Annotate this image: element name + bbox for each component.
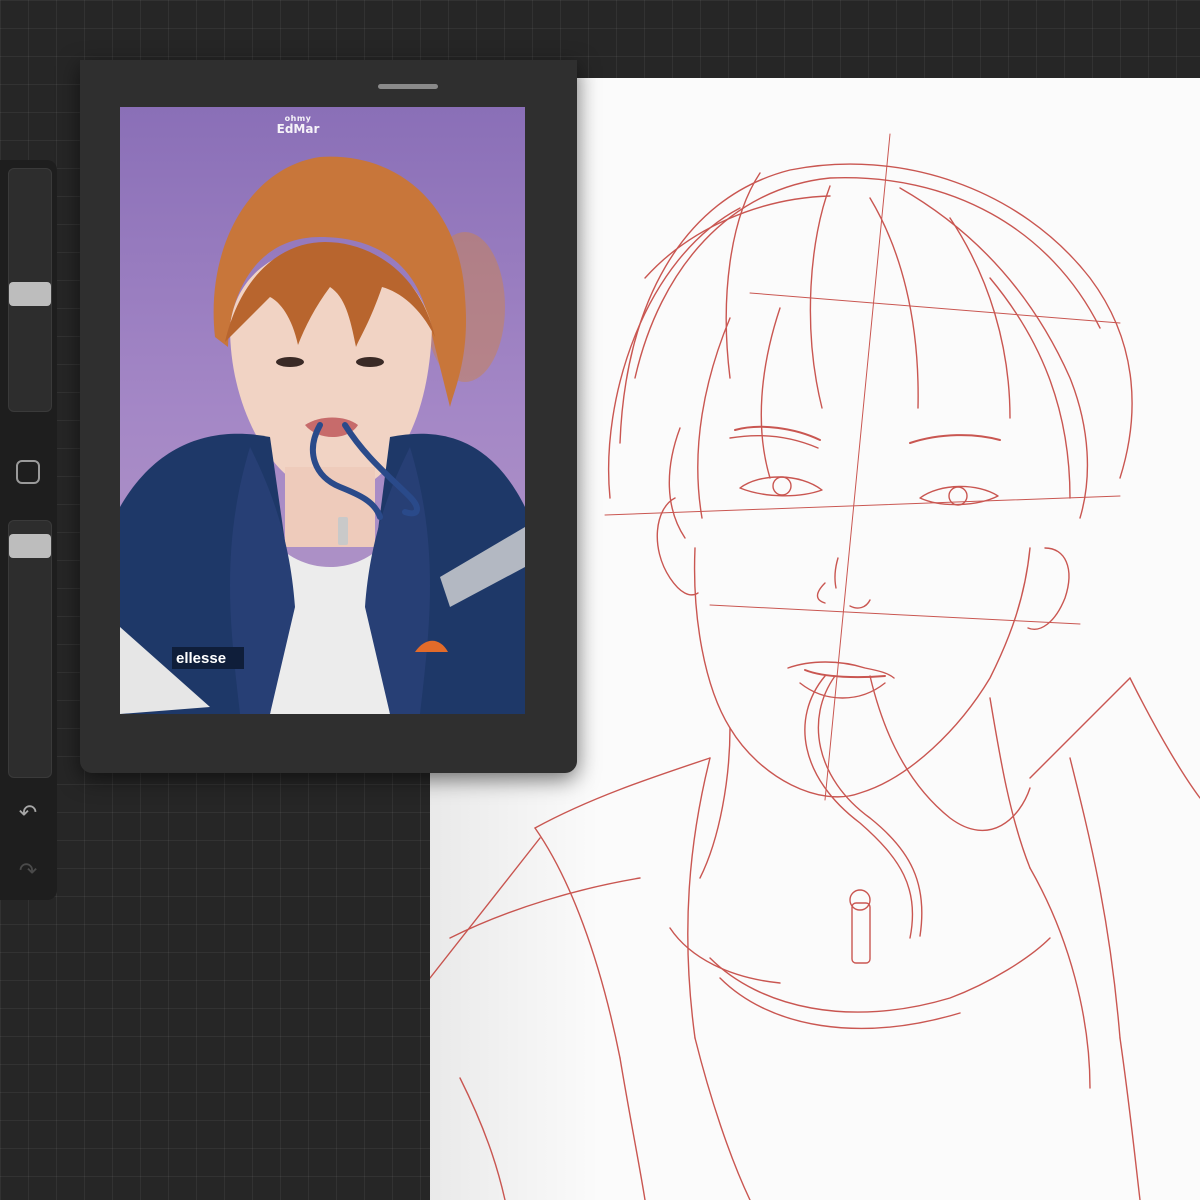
panel-grabber-handle[interactable]: [378, 84, 438, 89]
reference-image: ohmy EdMar ellesse: [120, 107, 525, 714]
square-icon[interactable]: [16, 460, 40, 484]
jacket-brand-label: ellesse: [176, 650, 227, 667]
brush-opacity-thumb[interactable]: [9, 534, 51, 558]
watermark-line2: EdMar: [276, 122, 320, 137]
brush-sidebar: ↶ ↷: [0, 160, 57, 900]
redo-icon[interactable]: ↷: [14, 858, 42, 886]
reference-illustration: [120, 107, 525, 714]
photo-watermark: ohmy EdMar: [268, 114, 328, 137]
brush-size-slider[interactable]: [8, 168, 52, 412]
undo-icon[interactable]: ↶: [14, 800, 42, 828]
brush-opacity-slider[interactable]: [8, 520, 52, 778]
brush-size-thumb[interactable]: [9, 282, 51, 306]
